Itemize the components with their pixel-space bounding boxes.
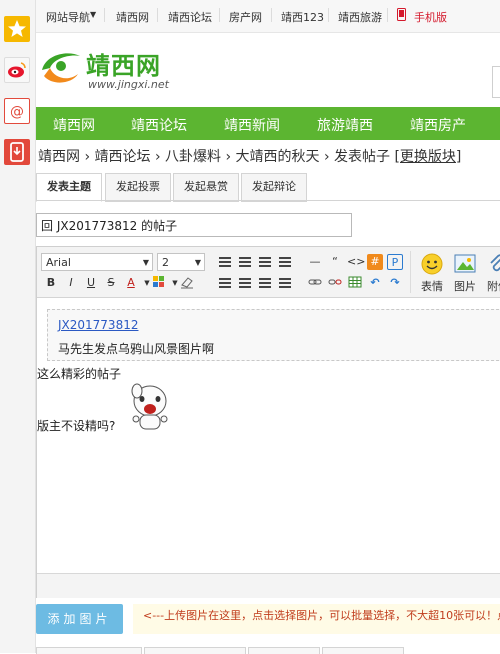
topnav-link-forum[interactable]: 靖西论坛: [168, 9, 212, 25]
divider: [271, 8, 272, 22]
chevron-down-icon: ▼: [142, 258, 149, 267]
chevron-down-icon: ▼: [90, 10, 97, 19]
nav-item-forum[interactable]: 靖西论坛: [131, 115, 187, 135]
weibo-icon[interactable]: [4, 57, 30, 83]
nav-item-travel[interactable]: 旅游靖西: [317, 115, 373, 135]
bottom-tabs: [36, 647, 500, 654]
site-logo[interactable]: 靖西网 www.jingxi.net: [38, 42, 198, 97]
unordered-list-icon[interactable]: [237, 275, 253, 291]
divider: [104, 8, 105, 22]
redo-icon[interactable]: ↷: [387, 275, 403, 291]
search-input[interactable]: [492, 66, 500, 98]
eraser-icon[interactable]: [179, 275, 195, 291]
background-color-icon[interactable]: [151, 275, 167, 291]
topnav-link-house[interactable]: 房产网: [229, 9, 262, 25]
breadcrumb-path[interactable]: 靖西网 › 靖西论坛 › 八卦爆料 › 大靖西的秋天 › 发表帖子: [38, 149, 390, 165]
ordered-list-icon[interactable]: [217, 275, 233, 291]
nav-item-news[interactable]: 靖西新闻: [224, 115, 280, 135]
font-family-select[interactable]: Arial ▼: [41, 253, 153, 271]
tab-new-reward[interactable]: 发起悬赏: [173, 173, 239, 202]
svg-text:@: @: [10, 104, 24, 120]
undo-icon[interactable]: ↶: [367, 275, 383, 291]
free-content-icon[interactable]: #: [367, 254, 383, 270]
email-share-icon[interactable]: @: [4, 98, 30, 124]
font-size-select[interactable]: 2 ▼: [157, 253, 205, 271]
topnav-link-jingxi[interactable]: 靖西网: [116, 9, 149, 25]
quote-author-link[interactable]: JX201773812: [58, 318, 138, 332]
image-icon: [454, 253, 476, 275]
attachment-button[interactable]: 附件: [484, 253, 500, 293]
mobile-share-icon[interactable]: [4, 139, 30, 165]
emoji-button[interactable]: 表情: [418, 253, 446, 293]
tab-divider: [36, 200, 500, 201]
horizontal-rule-icon[interactable]: —: [307, 254, 323, 270]
editor-text-line[interactable]: 版主不设精吗?: [37, 417, 115, 434]
main-navigation: 靖西网 靖西论坛 靖西新闻 旅游靖西 靖西房产: [36, 107, 500, 140]
tab-new-debate[interactable]: 发起辩论: [241, 173, 307, 202]
font-family-value: Arial: [46, 256, 71, 269]
unlink-icon[interactable]: [327, 275, 343, 291]
code-icon[interactable]: <>: [347, 254, 365, 270]
nav-item-jingxi[interactable]: 靖西网: [53, 115, 95, 135]
image-button[interactable]: 图片: [451, 253, 479, 293]
logo-text: 靖西网: [86, 52, 161, 80]
divider: [328, 8, 329, 22]
divider: [219, 8, 220, 22]
font-color-button[interactable]: A: [123, 275, 139, 291]
favorite-star-icon[interactable]: [4, 16, 30, 42]
quote-icon[interactable]: “: [327, 254, 343, 270]
quote-text: 马先生发点乌鸦山风景图片啊: [58, 342, 215, 356]
attachment-label: 附件: [487, 280, 500, 293]
align-center-icon[interactable]: [237, 254, 253, 270]
quote-block: JX201773812 马先生发点乌鸦山风景图片啊: [47, 309, 500, 361]
link-icon[interactable]: [307, 275, 323, 291]
justify-icon[interactable]: [277, 254, 293, 270]
add-image-button[interactable]: 添加图片: [36, 604, 123, 634]
switch-forum-link[interactable]: [更换版块]: [394, 149, 461, 165]
divider: [157, 8, 158, 22]
topnav-link-123[interactable]: 靖西123: [281, 9, 324, 25]
underline-button[interactable]: U: [83, 275, 99, 291]
strikethrough-button[interactable]: S: [103, 275, 119, 291]
logo-mark-icon: [42, 53, 80, 83]
topnav-link-mobile[interactable]: 手机版: [414, 9, 447, 25]
upload-tip: <---上传图片在这里，点击选择图片，可以批量选择，不大超10张可以！点击: [133, 604, 500, 634]
font-size-value: 2: [162, 256, 169, 269]
tab-new-poll[interactable]: 发起投票: [105, 173, 171, 202]
align-left-icon[interactable]: [217, 254, 233, 270]
mobile-phone-icon: [397, 8, 406, 24]
site-nav-menu[interactable]: 网站导航: [46, 9, 90, 25]
bold-button[interactable]: B: [43, 275, 59, 291]
divider: [410, 251, 411, 293]
tab-new-topic[interactable]: 发表主题: [36, 173, 102, 202]
subject-input[interactable]: 回 JX201773812 的帖子: [36, 213, 352, 237]
share-sidebar: @: [0, 0, 36, 653]
indent-icon[interactable]: [257, 275, 273, 291]
cartoon-emoticon-icon: [128, 381, 172, 433]
editor-resize-bar[interactable]: [37, 573, 500, 598]
italic-button[interactable]: I: [63, 275, 79, 291]
image-label: 图片: [454, 280, 476, 293]
smiley-icon: [421, 253, 443, 275]
divider: [387, 8, 388, 22]
nav-item-house[interactable]: 靖西房产: [410, 115, 466, 135]
hide-content-icon[interactable]: P: [387, 254, 403, 270]
logo-url: www.jingxi.net: [88, 78, 169, 91]
outdent-icon[interactable]: [277, 275, 293, 291]
post-editor: Arial ▼ 2 ▼ — “ <> # P B I U S A ▼ ▼ ↶ ↷…: [36, 246, 500, 598]
editor-text-line[interactable]: 这么精彩的帖子: [37, 365, 121, 382]
breadcrumb: 靖西网 › 靖西论坛 › 八卦爆料 › 大靖西的秋天 › 发表帖子 [更换版块]: [38, 146, 461, 166]
table-icon[interactable]: [347, 275, 363, 291]
align-right-icon[interactable]: [257, 254, 273, 270]
topnav-link-travel[interactable]: 靖西旅游: [338, 9, 382, 25]
top-navigation: 网站导航 ▼ 靖西网 靖西论坛 房产网 靖西123 靖西旅游 手机版: [36, 0, 500, 33]
editor-toolbar: Arial ▼ 2 ▼ — “ <> # P B I U S A ▼ ▼ ↶ ↷…: [37, 247, 500, 298]
paperclip-icon: [487, 253, 500, 275]
emoji-label: 表情: [421, 280, 443, 293]
chevron-down-icon: ▼: [194, 258, 201, 267]
